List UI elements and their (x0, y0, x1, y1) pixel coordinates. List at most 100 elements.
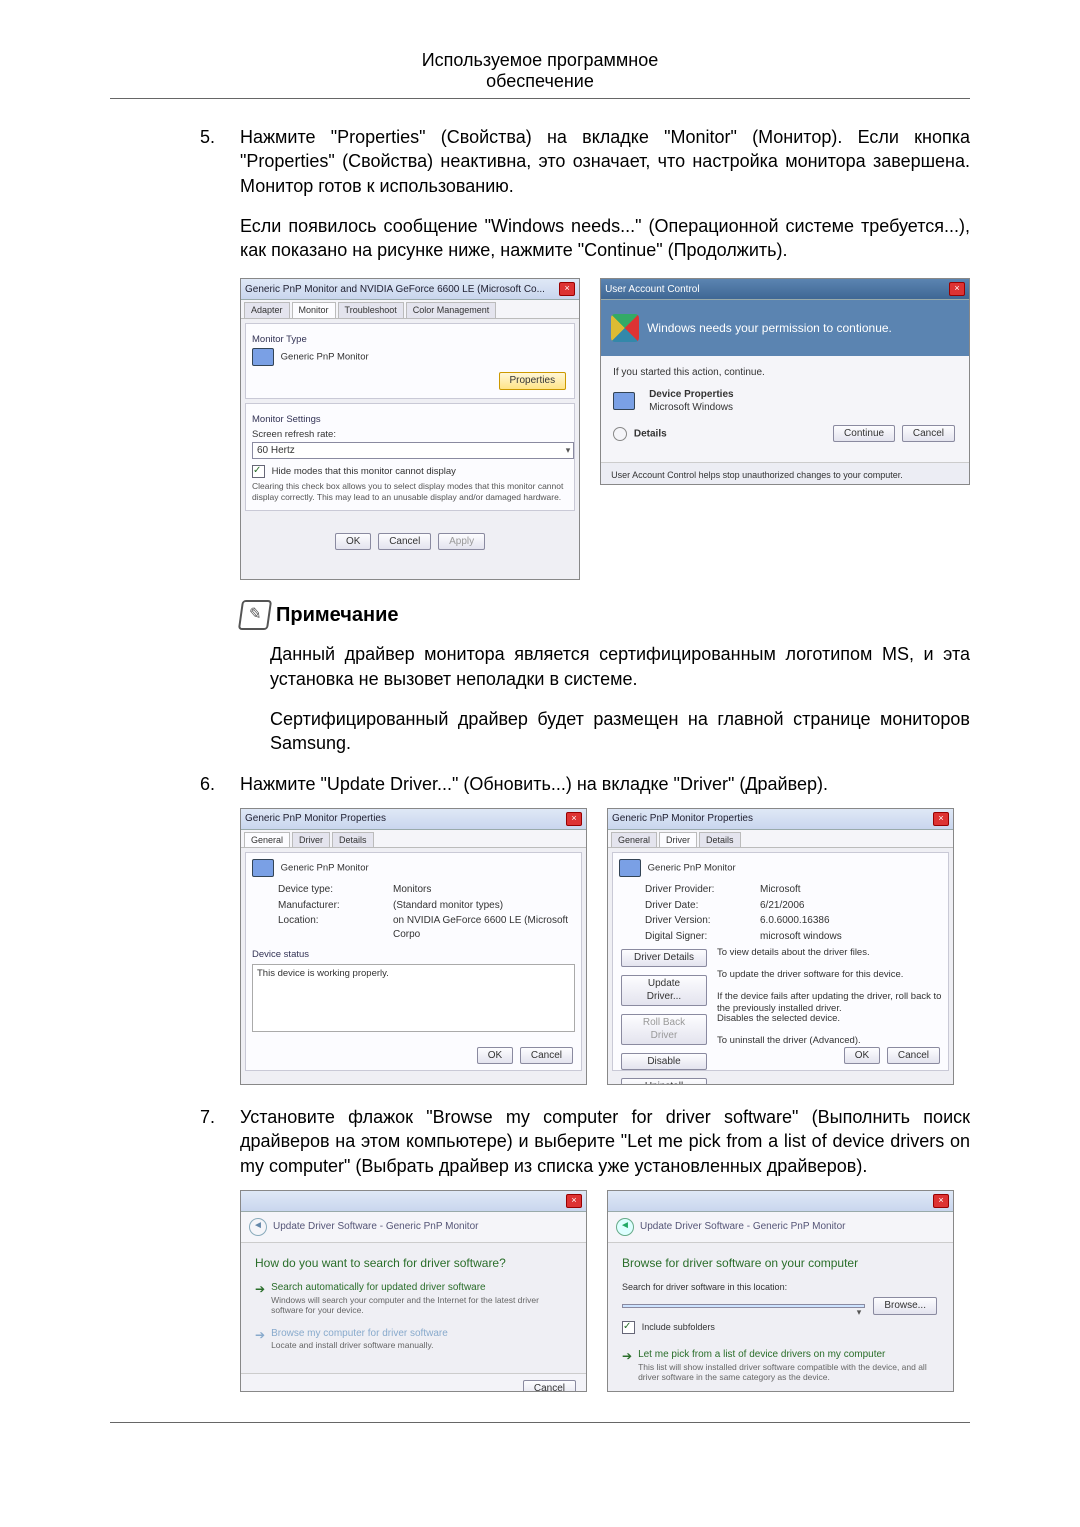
dialog-titlebar: Generic PnP Monitor Properties × (241, 809, 586, 830)
tab-row: General Driver Details (241, 830, 586, 848)
uac-body: If you started this action, continue. De… (601, 356, 969, 462)
cancel-button[interactable]: Cancel (378, 533, 431, 551)
close-icon[interactable]: × (949, 282, 965, 296)
close-icon[interactable]: × (933, 1194, 949, 1208)
dialog-titlebar: Generic PnP Monitor Properties × (608, 809, 953, 830)
document-page: Используемое программное обеспечение 5. … (0, 0, 1080, 1463)
arrow-icon: ➔ (255, 1281, 265, 1315)
cancel-button[interactable]: Cancel (902, 425, 955, 443)
location-value: on NVIDIA GeForce 6600 LE (Microsoft Cor… (393, 914, 575, 941)
uac-details[interactable]: Details (634, 428, 667, 439)
arrow-icon: ➔ (255, 1327, 265, 1351)
tab-driver[interactable]: Driver (292, 832, 330, 847)
refresh-rate-select[interactable]: 60 Hertz (252, 442, 574, 460)
dialog-buttons: OK Cancel Apply (241, 531, 579, 553)
browse-button[interactable]: Browse... (873, 1297, 937, 1315)
update-wizard-search: × ◄ Update Driver Software - Generic PnP… (240, 1190, 587, 1392)
ok-button[interactable]: OK (335, 533, 371, 551)
option-subtitle: This list will show installed driver sof… (638, 1362, 939, 1382)
wizard-heading: How do you want to search for driver sof… (255, 1255, 572, 1271)
device-name: Generic PnP Monitor (648, 863, 736, 874)
location-label: Location: (278, 914, 393, 941)
option-title: Search automatically for updated driver … (271, 1281, 572, 1295)
monitor-settings-label: Monitor Settings (252, 414, 568, 427)
device-type-label: Device type: (278, 883, 393, 897)
hide-modes-checkbox[interactable] (252, 465, 265, 478)
driver-date-value: 6/21/2006 (760, 899, 942, 913)
option-browse-computer[interactable]: ➔ Browse my computer for driver software… (255, 1327, 572, 1351)
step-7: 7. Установите флажок "Browse my computer… (200, 1105, 970, 1178)
close-icon[interactable]: × (559, 282, 575, 296)
tab-color-management[interactable]: Color Management (406, 302, 497, 317)
ok-button[interactable]: OK (477, 1047, 513, 1065)
device-status-label: Device status (252, 949, 575, 962)
close-icon[interactable]: × (933, 812, 949, 826)
option-title: Browse my computer for driver software (271, 1327, 448, 1341)
disable-button[interactable]: Disable (621, 1053, 707, 1071)
step-7-number: 7. (200, 1105, 240, 1178)
wizard-body: Browse for driver software on your compu… (608, 1243, 953, 1392)
driver-version-value: 6.0.6000.16386 (760, 914, 942, 928)
uac-if-started: If you started this action, continue. (613, 366, 957, 380)
tab-row: Adapter Monitor Troubleshoot Color Manag… (241, 300, 579, 318)
page-header: Используемое программное обеспечение (110, 50, 970, 92)
close-icon[interactable]: × (566, 1194, 582, 1208)
tab-troubleshoot[interactable]: Troubleshoot (338, 302, 404, 317)
search-location-input[interactable] (622, 1304, 865, 1308)
include-subfolders-checkbox[interactable] (622, 1321, 635, 1334)
back-icon[interactable]: ◄ (616, 1218, 634, 1236)
driver-details-button[interactable]: Driver Details (621, 949, 707, 967)
search-location-label: Search for driver software in this locat… (622, 1281, 939, 1293)
option-search-auto[interactable]: ➔ Search automatically for updated drive… (255, 1281, 572, 1315)
apply-button[interactable]: Apply (438, 533, 485, 551)
close-icon[interactable]: × (566, 812, 582, 826)
option-let-me-pick[interactable]: ➔ Let me pick from a list of device driv… (622, 1348, 939, 1382)
properties-button[interactable]: Properties (499, 372, 567, 390)
step-7-screenshots: × ◄ Update Driver Software - Generic PnP… (240, 1190, 970, 1392)
back-icon[interactable]: ◄ (249, 1218, 267, 1236)
dialog-title: Generic PnP Monitor Properties (245, 812, 386, 826)
driver-provider-label: Driver Provider: (645, 883, 760, 897)
cancel-button[interactable]: Cancel (887, 1047, 940, 1065)
monitor-settings-group: Monitor Settings Screen refresh rate: 60… (245, 403, 575, 511)
tab-details[interactable]: Details (699, 832, 741, 847)
tab-general[interactable]: General (611, 832, 657, 847)
dialog-titlebar: Generic PnP Monitor and NVIDIA GeForce 6… (241, 279, 579, 300)
cancel-button[interactable]: Cancel (520, 1047, 573, 1065)
roll-back-driver-button[interactable]: Roll Back Driver (621, 1014, 707, 1045)
wizard-footer: Cancel (241, 1373, 586, 1392)
tab-details[interactable]: Details (332, 832, 374, 847)
device-name: Generic PnP Monitor (281, 863, 369, 874)
uac-microsoft-windows: Microsoft Windows (649, 401, 734, 415)
tab-general[interactable]: General (244, 832, 290, 847)
monitor-properties-dialog: Generic PnP Monitor and NVIDIA GeForce 6… (240, 278, 580, 580)
wizard-breadcrumb: ◄ Update Driver Software - Generic PnP M… (608, 1212, 953, 1243)
uninstall-button[interactable]: Uninstall (621, 1078, 707, 1085)
cancel-button[interactable]: Cancel (523, 1380, 576, 1392)
driver-details-desc: To view details about the driver files. (717, 947, 942, 969)
general-tab-dialog: Generic PnP Monitor Properties × General… (240, 808, 587, 1085)
step-5-number: 5. (200, 125, 240, 198)
shield-icon (611, 314, 639, 342)
wizard-crumb-text: Update Driver Software - Generic PnP Mon… (640, 1220, 845, 1234)
note-paragraph-2: Сертифицированный драйвер будет размещен… (270, 707, 970, 756)
step-5-text: Нажмите "Properties" (Свойства) на вклад… (240, 125, 970, 198)
dialog-title: Generic PnP Monitor and NVIDIA GeForce 6… (245, 283, 545, 297)
driver-tab-dialog: Generic PnP Monitor Properties × General… (607, 808, 954, 1085)
option-subtitle: Locate and install driver software manua… (271, 1340, 448, 1350)
chevron-down-icon[interactable] (613, 427, 627, 441)
body: 5. Нажмите "Properties" (Свойства) на вк… (200, 125, 970, 1392)
step-7-text: Установите флажок "Browse my computer fo… (240, 1105, 970, 1178)
tab-monitor[interactable]: Monitor (292, 302, 336, 317)
update-driver-button[interactable]: Update Driver... (621, 975, 707, 1006)
option-title: Let me pick from a list of device driver… (638, 1348, 939, 1362)
ok-button[interactable]: OK (844, 1047, 880, 1065)
continue-button[interactable]: Continue (833, 425, 895, 443)
uac-footer: User Account Control helps stop unauthor… (601, 462, 969, 485)
tab-driver[interactable]: Driver (659, 832, 697, 847)
dialog-title: Generic PnP Monitor Properties (612, 812, 753, 826)
tab-adapter[interactable]: Adapter (244, 302, 290, 317)
wizard-heading: Browse for driver software on your compu… (622, 1255, 939, 1271)
note-title: Примечание (276, 602, 399, 629)
footer-rule (110, 1422, 970, 1423)
